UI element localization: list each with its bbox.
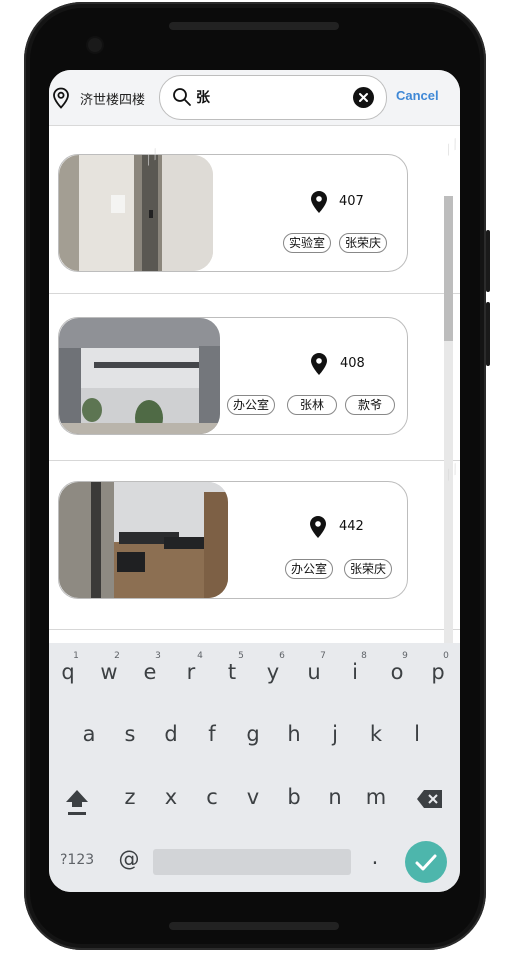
- room-card[interactable]: 408 办公室 张林 款爷: [58, 317, 408, 435]
- key-g[interactable]: g: [238, 722, 268, 746]
- key-a[interactable]: a: [74, 722, 104, 746]
- key-q[interactable]: q: [53, 660, 83, 684]
- scrollbar[interactable]: [444, 196, 453, 696]
- key-f[interactable]: f: [197, 722, 227, 746]
- backspace-icon[interactable]: [416, 789, 444, 809]
- volume-button: [486, 230, 490, 292]
- key-k[interactable]: k: [361, 722, 391, 746]
- room-card[interactable]: 442 办公室 张荣庆: [58, 481, 408, 599]
- search-input[interactable]: [196, 86, 346, 108]
- key-m[interactable]: m: [361, 785, 391, 809]
- soft-keyboard: 1 2 3 4 5 6 7 8 9 0 q w e r t y u i o p …: [49, 643, 460, 892]
- key-l[interactable]: l: [402, 722, 432, 746]
- room-photo: [59, 482, 228, 598]
- location-pin-icon: [311, 353, 327, 375]
- enter-button[interactable]: [405, 841, 447, 883]
- key-t[interactable]: t: [217, 660, 247, 684]
- tag-badge: 款爷: [345, 395, 396, 415]
- key-at[interactable]: @: [114, 847, 144, 871]
- bottom-speaker: [169, 922, 339, 930]
- tag-badge: 张荣庆: [339, 233, 388, 253]
- tag-badge: 张林: [287, 395, 338, 415]
- key-w[interactable]: w: [94, 660, 124, 684]
- current-location[interactable]: 济世楼四楼: [80, 89, 145, 108]
- key-z[interactable]: z: [115, 785, 145, 809]
- search-icon: [173, 88, 191, 106]
- tag-badge: 办公室: [285, 559, 334, 579]
- shift-icon[interactable]: [64, 787, 90, 817]
- list-item[interactable]: 407 实验室 张荣庆: [49, 126, 460, 294]
- key-r[interactable]: r: [176, 660, 206, 684]
- tag-badge: 实验室: [283, 233, 332, 253]
- power-button: [486, 302, 490, 366]
- room-photo: [59, 155, 213, 271]
- key-y[interactable]: y: [258, 660, 288, 684]
- app-screen: 济世楼四楼 Cancel: [49, 70, 460, 892]
- key-b[interactable]: b: [279, 785, 309, 809]
- room-card[interactable]: 407 实验室 张荣庆: [58, 154, 408, 272]
- key-j[interactable]: j: [320, 722, 350, 746]
- checkmark-icon: [415, 854, 437, 871]
- room-photo: [59, 318, 220, 434]
- symbols-key[interactable]: ?123: [60, 852, 94, 868]
- search-header: 济世楼四楼 Cancel: [49, 70, 460, 126]
- cancel-button[interactable]: Cancel: [396, 88, 439, 103]
- scrollbar-thumb[interactable]: [444, 196, 453, 341]
- key-period[interactable]: .: [360, 845, 390, 869]
- key-o[interactable]: o: [382, 660, 412, 684]
- key-c[interactable]: c: [197, 785, 227, 809]
- list-item[interactable]: 408 办公室 张林 款爷: [49, 294, 460, 461]
- room-number: 408: [340, 356, 365, 371]
- earpiece-speaker: [169, 22, 339, 30]
- space-bar[interactable]: [153, 849, 351, 875]
- key-s[interactable]: s: [115, 722, 145, 746]
- front-camera: [88, 38, 102, 52]
- key-d[interactable]: d: [156, 722, 186, 746]
- key-h[interactable]: h: [279, 722, 309, 746]
- key-e[interactable]: e: [135, 660, 165, 684]
- list-item[interactable]: 442 办公室 张荣庆: [49, 461, 460, 630]
- key-i[interactable]: i: [340, 660, 370, 684]
- key-x[interactable]: x: [156, 785, 186, 809]
- location-pin-icon: [311, 191, 327, 213]
- tag-badge: 办公室: [227, 395, 276, 415]
- room-number: 442: [339, 519, 364, 534]
- clear-icon[interactable]: [353, 87, 374, 108]
- results-list: 407 实验室 张荣庆 408 办公室 张林 款爷 442 办公室 张荣庆: [49, 126, 460, 696]
- key-n[interactable]: n: [320, 785, 350, 809]
- room-number: 407: [339, 194, 364, 209]
- location-pin-icon[interactable]: [52, 87, 70, 109]
- key-p[interactable]: p: [423, 660, 453, 684]
- tag-badge: 张荣庆: [344, 559, 393, 579]
- key-u[interactable]: u: [299, 660, 329, 684]
- key-v[interactable]: v: [238, 785, 268, 809]
- location-pin-icon: [310, 516, 326, 538]
- search-field[interactable]: [159, 75, 387, 120]
